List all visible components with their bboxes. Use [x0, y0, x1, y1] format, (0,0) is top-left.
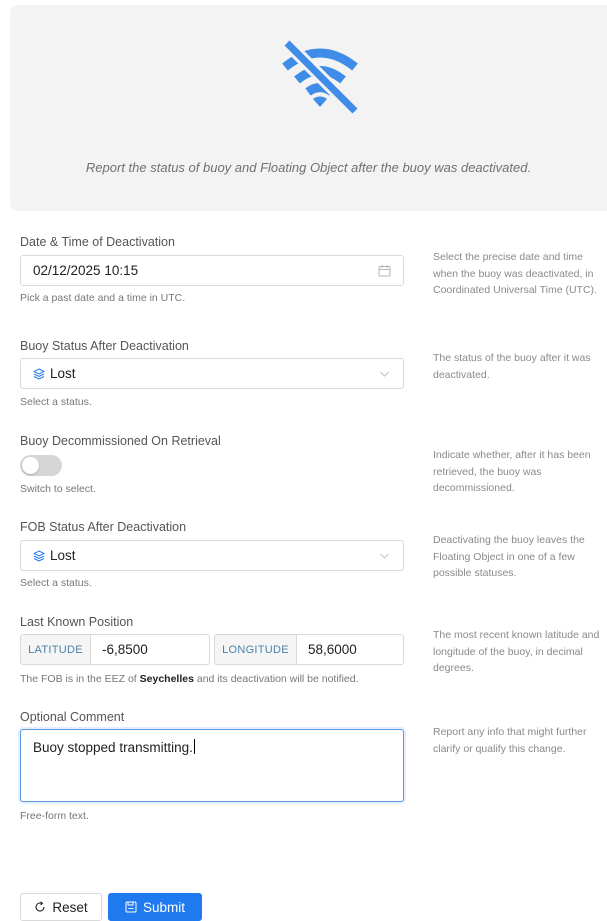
- position-description: The most recent known latitude and longi…: [433, 629, 600, 674]
- reload-icon: [35, 901, 45, 912]
- comment-text: Buoy stopped transmitting.: [33, 740, 193, 755]
- chevron-down-icon[interactable]: [378, 549, 391, 562]
- text-caret: [193, 739, 195, 754]
- reset-label: Reset: [52, 899, 88, 915]
- deactivation-datetime-description: Select the precise date and time when th…: [433, 251, 597, 296]
- comment-value: Buoy stopped transmitting.: [33, 739, 195, 755]
- fob-status-description: Deactivating the buoy leaves the Floatin…: [433, 534, 585, 579]
- banner-message: Report the status of buoy and Floating O…: [85, 160, 532, 175]
- comment-description: Report any info that might further clari…: [433, 726, 587, 755]
- submit-button[interactable]: Submit: [108, 893, 202, 921]
- fob-status-help: Select a status.: [20, 577, 92, 589]
- comment-label: Optional Comment: [20, 710, 125, 724]
- submit-label: Submit: [142, 899, 186, 915]
- chevron-down-icon[interactable]: [378, 367, 391, 380]
- position-help-suffix: and its deactivation will be notified.: [193, 673, 359, 685]
- fob-status-label: FOB Status After Deactivation: [20, 520, 187, 534]
- fob-status-select[interactable]: Lost: [20, 540, 404, 571]
- decommissioned-description: Indicate whether, after it has been retr…: [433, 449, 591, 494]
- decommissioned-label: Buoy Decommissioned On Retrieval: [20, 434, 221, 448]
- save-icon: [125, 901, 137, 913]
- decommissioned-help: Switch to select.: [20, 483, 96, 495]
- longitude-input[interactable]: 58,6000: [297, 634, 404, 665]
- layers-icon: [33, 367, 45, 380]
- eez-country: Seychelles: [139, 673, 194, 685]
- buoy-status-label: Buoy Status After Deactivation: [20, 339, 189, 353]
- fob-status-value: Lost: [33, 548, 76, 563]
- comment-textarea[interactable]: Buoy stopped transmitting.: [20, 729, 404, 802]
- wifi-off-icon: [282, 38, 360, 116]
- latitude-input[interactable]: -6,8500: [91, 634, 210, 665]
- switch-knob: [22, 457, 39, 474]
- buoy-status-select[interactable]: Lost: [20, 358, 404, 389]
- decommissioned-switch[interactable]: [20, 455, 62, 476]
- deactivation-datetime-label: Date & Time of Deactivation: [20, 235, 175, 249]
- fob-status-text: Lost: [50, 548, 76, 563]
- deactivation-datetime-input[interactable]: 02/12/2025 10:15: [20, 255, 404, 286]
- position-help: The FOB is in the EEZ of Seychelles and …: [20, 673, 359, 685]
- position-help-prefix: The FOB is in the EEZ of: [20, 673, 140, 685]
- buoy-status-help: Select a status.: [20, 396, 92, 408]
- comment-help: Free-form text.: [20, 810, 89, 822]
- deactivation-datetime-help: Pick a past date and a time in UTC.: [20, 292, 186, 304]
- layers-icon: [33, 549, 45, 562]
- buoy-status-text: Lost: [50, 366, 76, 381]
- deactivation-datetime-value: 02/12/2025 10:15: [33, 263, 139, 278]
- position-label: Last Known Position: [20, 615, 134, 629]
- longitude-addon: LONGITUDE: [214, 634, 297, 665]
- status-banner: Report the status of buoy and Floating O…: [10, 5, 607, 211]
- buoy-status-description: The status of the buoy after it was deac…: [433, 352, 591, 381]
- calendar-icon[interactable]: [378, 264, 391, 277]
- latitude-addon: LATITUDE: [20, 634, 91, 665]
- reset-button[interactable]: Reset: [20, 893, 102, 921]
- buoy-status-value: Lost: [33, 366, 76, 381]
